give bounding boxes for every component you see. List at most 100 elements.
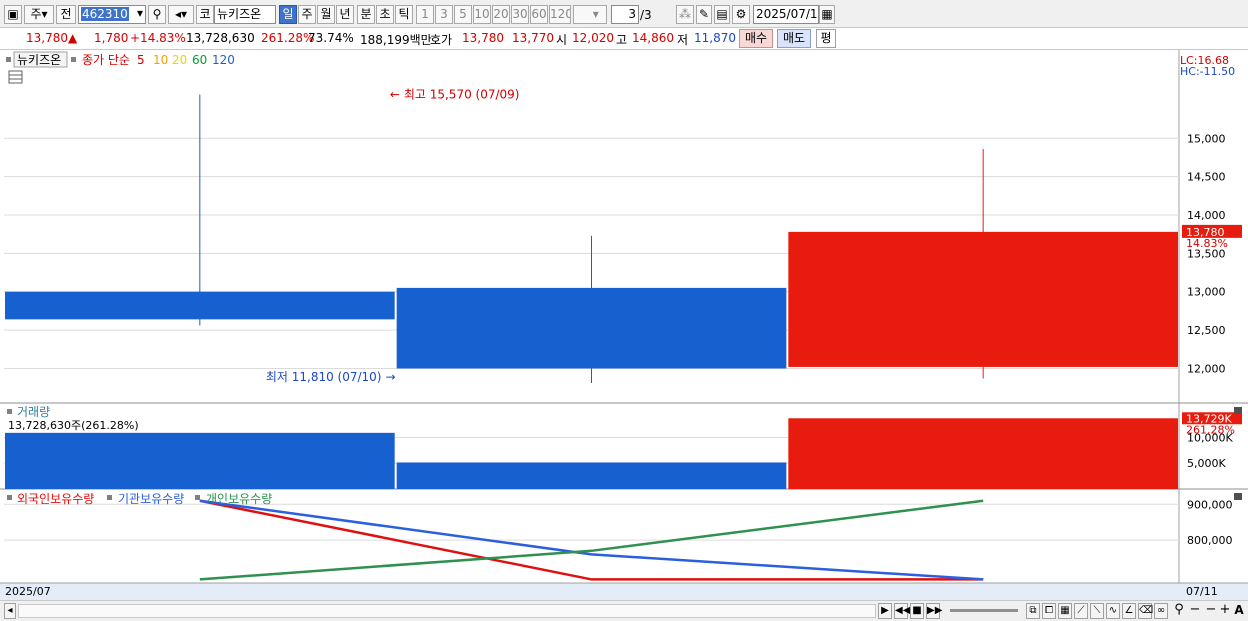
sell-button[interactable]: 매도 (777, 29, 811, 48)
interval-60[interactable]: 60 (530, 5, 548, 24)
name-prefix[interactable]: 코 (196, 5, 214, 24)
period-year[interactable]: 년 (336, 5, 354, 24)
max-arrow-icon: ← (390, 88, 400, 102)
search-icon[interactable]: ⚲ (148, 5, 166, 24)
volume-tick-label: 5,000K (1187, 457, 1226, 470)
window-icon[interactable]: ⧠ (1042, 603, 1056, 619)
speaker-icon[interactable]: ◂▾ (168, 5, 194, 24)
interval-1[interactable]: 1 (416, 5, 434, 24)
buy-button[interactable]: 매수 (739, 29, 773, 48)
volume-title: 거래량 (17, 405, 50, 419)
period-tick[interactable]: 틱 (395, 5, 413, 24)
period-second[interactable]: 초 (376, 5, 394, 24)
holdings-legend-square-icon (7, 495, 12, 500)
legend-square-icon (6, 57, 11, 62)
chart-menu-icon[interactable]: ▣ (4, 5, 22, 24)
holdings-tick-label: 800,000 (1187, 534, 1233, 547)
code-dropdown-icon[interactable]: ▾ (134, 5, 146, 24)
calendar-icon[interactable]: ▦ (819, 5, 835, 24)
erase-icon[interactable]: ⌫ (1138, 603, 1153, 619)
period-week[interactable]: 주 (298, 5, 316, 24)
volume-legend-square-icon (7, 409, 12, 414)
price-tick-label: 14,500 (1187, 171, 1226, 184)
interval-120[interactable]: 120 (549, 5, 571, 24)
name-field[interactable]: 뉴키즈온 (214, 5, 276, 24)
price-tick-label: 13,000 (1187, 286, 1226, 299)
holdings-pane-close-icon[interactable] (1234, 493, 1242, 500)
volume-bar (396, 462, 787, 489)
amount-value: 188,199백만 (360, 33, 432, 47)
angle-tool-icon[interactable]: ∠ (1122, 603, 1136, 619)
quote-bar: 13,780 ▲ 1,780 +14.83% 13,728,630 261.28… (0, 28, 1248, 50)
link-icon[interactable]: ∞ (1154, 603, 1168, 619)
prev-button[interactable]: 전 (56, 5, 76, 24)
gear-icon[interactable]: ⚙ (732, 5, 750, 24)
hc-label: HC:-11.50 (1180, 65, 1235, 78)
legend-ma-20: 20 (172, 53, 187, 67)
legend-name: 뉴키즈온 (17, 53, 61, 67)
type-select[interactable]: 주▾ (24, 5, 54, 24)
zoom-out-icon[interactable]: − (1188, 603, 1202, 619)
zoom-in-icon[interactable]: + (1218, 603, 1232, 619)
type-select-label: 주 (30, 7, 42, 21)
table-icon[interactable] (8, 70, 23, 84)
wave-tool-icon[interactable]: ∿ (1106, 603, 1120, 619)
period-month[interactable]: 월 (317, 5, 335, 24)
holdings-legend-square-icon-3 (195, 495, 200, 500)
zoom-slider[interactable] (950, 609, 1018, 612)
save-icon[interactable]: ▤ (714, 5, 730, 24)
font-size-icon[interactable]: A (1232, 603, 1246, 619)
axis-right-label: 07/11 (1186, 585, 1218, 598)
play-icon[interactable]: ▶ (878, 603, 892, 619)
copy-icon[interactable]: ⧉ (1026, 603, 1040, 619)
volume-pane-close-icon[interactable] (1234, 407, 1242, 414)
candle-body (788, 231, 1178, 367)
candle-body (5, 291, 395, 320)
page-input[interactable]: 3 (611, 5, 639, 24)
low-label: 저 (677, 33, 689, 47)
price-tick-label: 12,500 (1187, 324, 1226, 337)
date-input[interactable]: 2025/07/11 (753, 5, 819, 24)
interval-20[interactable]: 20 (492, 5, 510, 24)
up-arrow-icon: ▲ (68, 31, 78, 45)
legend-ma-60: 60 (192, 53, 207, 67)
period-minute[interactable]: 분 (357, 5, 375, 24)
fast-forward-icon[interactable]: ▶▶ (926, 603, 942, 619)
interval-10[interactable]: 10 (473, 5, 491, 24)
stop-icon[interactable]: ■ (910, 603, 924, 619)
tools-icon[interactable]: ⁂ (676, 5, 694, 24)
avg-button[interactable]: 평 (816, 29, 836, 48)
legend-foreign: 외국인보유수량 (17, 492, 94, 506)
interval-3[interactable]: 3 (435, 5, 453, 24)
chart-area: 12,00012,50013,00013,50014,00014,50015,0… (0, 50, 1248, 600)
legend-individual: 개인보유수량 (206, 492, 272, 506)
draw-icon[interactable]: ✎ (696, 5, 712, 24)
price-tick-label: 15,000 (1187, 132, 1226, 145)
horizontal-scrollbar[interactable] (18, 604, 876, 618)
max-annotation: ← 최고 15,570 (07/09) (390, 88, 520, 102)
high-label: 고 (616, 33, 628, 47)
legend-ma-10: 10 (153, 53, 168, 67)
scroll-left-icon[interactable]: ◂ (4, 603, 16, 619)
change-pct: +14.83% (130, 31, 186, 45)
price-value: 13,780 (26, 31, 68, 45)
trend-tool-icon[interactable]: ⟍ (1090, 603, 1104, 619)
grid-icon[interactable]: ▦ (1058, 603, 1072, 619)
interval-select[interactable]: ▾ (573, 5, 607, 24)
period-day[interactable]: 일 (279, 5, 297, 24)
minus-icon[interactable]: − (1204, 603, 1218, 619)
bottom-bar: ◂ ▶ ◀◀ ■ ▶▶ ⧉ ⧠ ▦ ⟋ ⟍ ∿ ∠ ⌫ ∞ ⚲ − − + A (0, 600, 1248, 621)
interval-30[interactable]: 30 (511, 5, 529, 24)
quote-label: 호가 (430, 33, 453, 47)
line-tool-icon[interactable]: ⟋ (1074, 603, 1088, 619)
interval-5[interactable]: 5 (454, 5, 472, 24)
price-tick-label: 12,000 (1187, 362, 1226, 375)
holdings-legend-square-icon-2 (107, 495, 112, 500)
magnifier-icon[interactable]: ⚲ (1172, 603, 1186, 619)
rewind-icon[interactable]: ◀◀ (894, 603, 910, 619)
high-value: 14,860 (632, 31, 674, 45)
open-value: 12,020 (572, 31, 614, 45)
volume-value: 13,728,630 (186, 31, 255, 45)
holdings-tick-label: 900,000 (1187, 498, 1233, 511)
min-arrow-icon: → (386, 370, 396, 384)
